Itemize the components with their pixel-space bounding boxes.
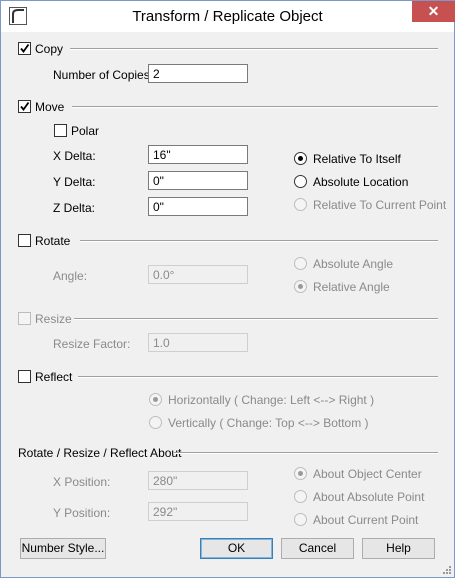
about-current-point-label: About Current Point — [313, 513, 419, 527]
y-position-field[interactable]: 292" — [148, 502, 248, 521]
angle-label: Angle: — [53, 269, 88, 283]
checkmark-icon — [20, 101, 30, 111]
relative-to-current-point-label: Relative To Current Point — [313, 198, 447, 212]
dialog-body: Copy Number of Copies: 2 Move Polar X De… — [2, 32, 454, 577]
absolute-location-radio[interactable] — [294, 175, 307, 188]
resize-separator — [74, 318, 438, 320]
about-absolute-point-label: About Absolute Point — [313, 490, 425, 504]
about-section-label: Rotate / Resize / Reflect About — [18, 446, 182, 460]
help-button[interactable]: Help — [362, 538, 435, 559]
relative-to-itself-radio[interactable] — [294, 152, 307, 165]
rotate-separator — [80, 240, 438, 242]
move-separator — [72, 106, 438, 108]
relative-angle-label: Relative Angle — [313, 280, 390, 294]
close-button[interactable]: ✕ — [412, 1, 455, 22]
cancel-button[interactable]: Cancel — [281, 538, 354, 559]
resize-checkbox[interactable] — [18, 312, 31, 325]
reflect-horizontally-radio[interactable] — [149, 393, 162, 406]
about-object-center-label: About Object Center — [313, 467, 422, 481]
reflect-vertically-label: Vertically ( Change: Top <--> Bottom ) — [168, 416, 369, 430]
resize-grip-icon[interactable] — [442, 565, 452, 575]
rotate-checkbox[interactable] — [18, 234, 31, 247]
relative-angle-radio[interactable] — [294, 280, 307, 293]
copy-label: Copy — [35, 42, 64, 56]
rotate-label: Rotate — [35, 234, 71, 248]
reflect-horizontally-label: Horizontally ( Change: Left <--> Right ) — [168, 393, 375, 407]
y-delta-label: Y Delta: — [53, 175, 96, 189]
relative-to-itself-label: Relative To Itself — [313, 152, 401, 166]
copy-separator — [70, 48, 438, 50]
absolute-angle-label: Absolute Angle — [313, 257, 394, 271]
x-delta-label: X Delta: — [53, 149, 96, 163]
window-title: Transform / Replicate Object — [132, 8, 323, 25]
reflect-separator — [78, 376, 438, 378]
x-position-field[interactable]: 280" — [148, 471, 248, 490]
absolute-angle-radio[interactable] — [294, 257, 307, 270]
polar-checkbox[interactable] — [54, 124, 67, 137]
reflect-label: Reflect — [35, 370, 73, 384]
relative-to-current-point-radio[interactable] — [294, 198, 307, 211]
about-separator — [174, 452, 438, 454]
copy-checkbox[interactable] — [18, 42, 31, 55]
resize-factor-field[interactable]: 1.0 — [148, 333, 248, 352]
reflect-checkbox[interactable] — [18, 370, 31, 383]
about-object-center-radio[interactable] — [294, 467, 307, 480]
absolute-location-label: Absolute Location — [313, 175, 409, 189]
x-delta-field[interactable]: 16" — [148, 145, 248, 164]
resize-factor-label: Resize Factor: — [53, 337, 131, 351]
ok-button[interactable]: OK — [200, 538, 273, 559]
move-label: Move — [35, 100, 65, 114]
number-of-copies-field[interactable]: 2 — [148, 64, 248, 83]
z-delta-field[interactable]: 0" — [148, 197, 248, 216]
about-current-point-radio[interactable] — [294, 513, 307, 526]
polar-label: Polar — [71, 124, 100, 138]
number-style-button[interactable]: Number Style... — [20, 538, 106, 559]
title-bar[interactable]: Transform / Replicate Object ✕ — [1, 1, 455, 32]
number-of-copies-label: Number of Copies: — [53, 68, 154, 82]
checkmark-icon — [20, 43, 30, 53]
about-absolute-point-radio[interactable] — [294, 490, 307, 503]
y-position-label: Y Position: — [53, 506, 111, 520]
transform-replicate-dialog: Transform / Replicate Object ✕ Copy Numb… — [0, 0, 455, 578]
reflect-vertically-radio[interactable] — [149, 416, 162, 429]
y-delta-field[interactable]: 0" — [148, 171, 248, 190]
z-delta-label: Z Delta: — [53, 201, 96, 215]
move-checkbox[interactable] — [18, 100, 31, 113]
angle-field[interactable]: 0.0° — [148, 265, 248, 284]
resize-label: Resize — [35, 312, 72, 326]
x-position-label: X Position: — [53, 475, 111, 489]
